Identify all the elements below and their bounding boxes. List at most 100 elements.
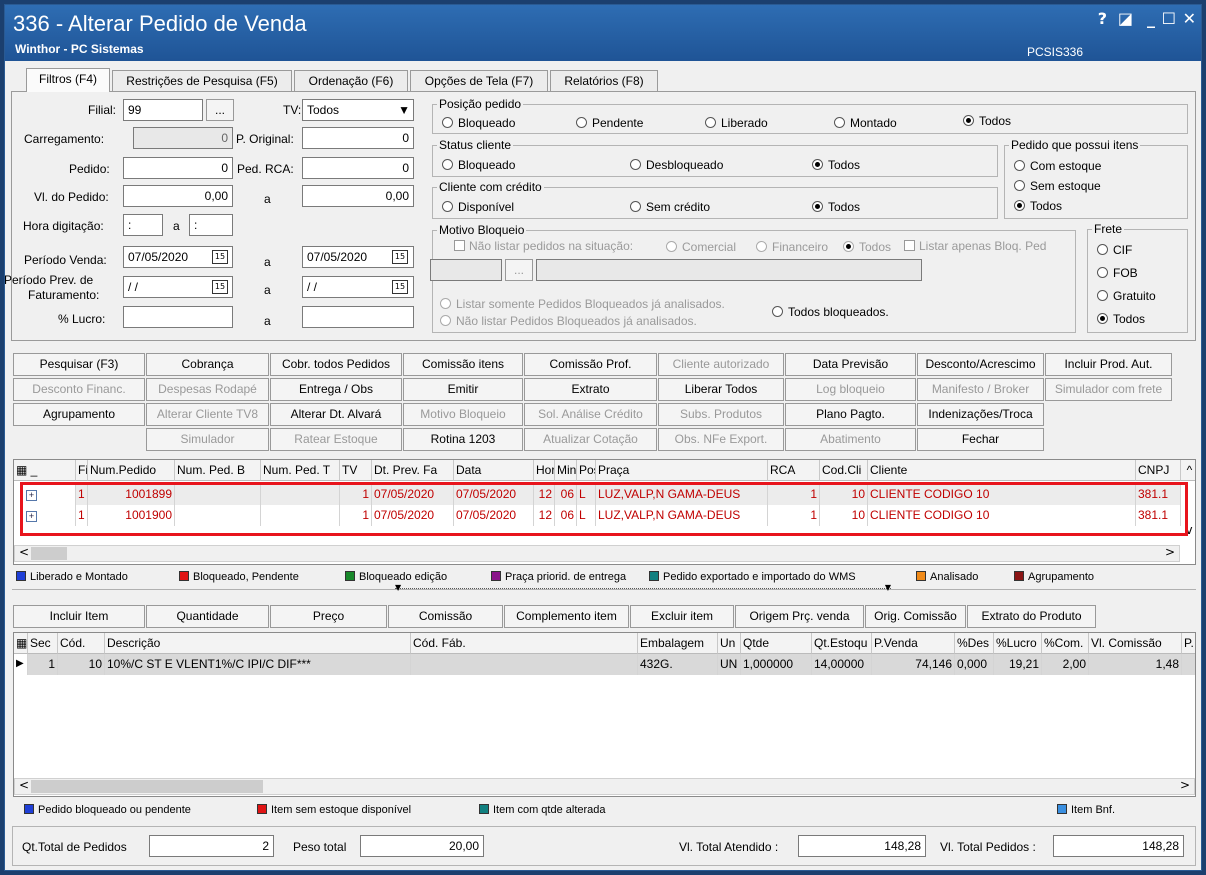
desconto-financ-button[interactable]: Desconto Financ. xyxy=(13,378,145,401)
col-cnpj[interactable]: CNPJ xyxy=(1136,460,1181,481)
atualizar-cotacao-button[interactable]: Atualizar Cotação xyxy=(524,428,657,451)
pesquisar-button[interactable]: Pesquisar (F3) xyxy=(13,353,145,376)
col-tv[interactable]: TV xyxy=(340,460,372,481)
col-filial[interactable]: Filia xyxy=(76,460,88,481)
tv-select[interactable]: Todos ▼ xyxy=(302,99,414,121)
calendar-icon[interactable]: 15 xyxy=(392,280,408,294)
extrato-produto-button[interactable]: Extrato do Produto xyxy=(967,605,1096,628)
rotina-1203-button[interactable]: Rotina 1203 xyxy=(403,428,523,451)
obs-nfe-button[interactable]: Obs. NFe Export. xyxy=(658,428,784,451)
col-qt-estoque[interactable]: Qt.Estoqu xyxy=(812,633,872,654)
status-bloqueado-radio[interactable]: Bloqueado xyxy=(442,158,515,172)
hora-to-input[interactable]: : xyxy=(189,214,233,236)
posicao-pendente-radio[interactable]: Pendente xyxy=(576,116,643,130)
item-cell[interactable]: 10 xyxy=(58,654,105,675)
motivo-financeiro-radio[interactable]: Financeiro xyxy=(756,240,828,254)
col-vl-comissao[interactable]: Vl. Comissão xyxy=(1089,633,1182,654)
simulador-button[interactable]: Simulador xyxy=(146,428,269,451)
todos-bloqueados-radio[interactable]: Todos bloqueados. xyxy=(772,305,889,319)
splitter-grip[interactable]: ▼ ▼ xyxy=(395,583,891,594)
scroll-right-icon[interactable]: > xyxy=(1165,545,1175,559)
emitir-button[interactable]: Emitir xyxy=(403,378,523,401)
itens-com-estoque-radio[interactable]: Com estoque xyxy=(1014,159,1101,173)
frete-gratuito-radio[interactable]: Gratuito xyxy=(1097,289,1156,303)
listar-apenas-checkbox[interactable]: Listar apenas Bloq. Ped xyxy=(904,239,1046,253)
credito-disponivel-radio[interactable]: Disponível xyxy=(442,200,514,214)
motivo-bloqueio-button[interactable]: Motivo Bloqueio xyxy=(403,403,523,426)
posicao-montado-radio[interactable]: Montado xyxy=(834,116,897,130)
col-sec[interactable]: Sec xyxy=(28,633,58,654)
motivo-search-button[interactable]: ... xyxy=(505,259,533,281)
posicao-todos-radio[interactable]: Todos xyxy=(963,114,1011,128)
tab-restricoes[interactable]: Restrições de Pesquisa (F5) xyxy=(112,70,292,91)
credito-sem-radio[interactable]: Sem crédito xyxy=(630,200,710,214)
col-qtde[interactable]: Qtde xyxy=(741,633,812,654)
item-cell[interactable]: 432G. xyxy=(638,654,718,675)
item-cell[interactable]: 10%/C ST E VLENT1%/C IPI/C DIF*** xyxy=(105,654,411,675)
item-cell[interactable] xyxy=(1182,654,1195,675)
col-lucro[interactable]: %Lucro xyxy=(994,633,1042,654)
grid-menu-icon[interactable]: ▦ _ xyxy=(14,460,76,481)
cobr-todos-button[interactable]: Cobr. todos Pedidos xyxy=(270,353,402,376)
simulador-frete-button[interactable]: Simulador com frete xyxy=(1045,378,1172,401)
abatimento-button[interactable]: Abatimento xyxy=(785,428,916,451)
log-bloqueio-button[interactable]: Log bloqueio xyxy=(785,378,916,401)
agrupamento-button[interactable]: Agrupamento xyxy=(13,403,145,426)
item-cell[interactable]: 14,00000 xyxy=(812,654,872,675)
item-cell[interactable]: 2,00 xyxy=(1042,654,1089,675)
col-praca[interactable]: Praça xyxy=(596,460,768,481)
incluir-prod-aut-button[interactable]: Incluir Prod. Aut. xyxy=(1045,353,1172,376)
help-icon[interactable]: ? xyxy=(1098,9,1107,28)
plano-pagto-button[interactable]: Plano Pagto. xyxy=(785,403,916,426)
col-num-ped-b[interactable]: Num. Ped. B xyxy=(175,460,261,481)
scroll-thumb[interactable] xyxy=(31,780,263,793)
frete-cif-radio[interactable]: CIF xyxy=(1097,243,1132,257)
ped-rca-input[interactable]: 0 xyxy=(302,157,414,179)
extrato-button[interactable]: Extrato xyxy=(524,378,657,401)
credito-todos-radio[interactable]: Todos xyxy=(812,200,860,214)
carregamento-input[interactable]: 0 xyxy=(133,127,233,149)
scroll-thumb[interactable] xyxy=(31,547,67,560)
col-cod-fab[interactable]: Cód. Fáb. xyxy=(411,633,638,654)
frete-todos-radio[interactable]: Todos xyxy=(1097,312,1145,326)
nao-listar-analisados-radio[interactable]: Não listar Pedidos Bloqueados já analisa… xyxy=(440,314,697,328)
col-min[interactable]: Min xyxy=(555,460,577,481)
posicao-liberado-radio[interactable]: Liberado xyxy=(705,116,768,130)
subs-produtos-button[interactable]: Subs. Produtos xyxy=(658,403,784,426)
col-cliente[interactable]: Cliente xyxy=(868,460,1136,481)
despesas-rodape-button[interactable]: Despesas Rodapé xyxy=(146,378,269,401)
filial-search-button[interactable]: ... xyxy=(206,99,234,121)
posicao-bloqueado-radio[interactable]: Bloqueado xyxy=(442,116,515,130)
col-un[interactable]: Un xyxy=(718,633,741,654)
item-cell[interactable]: 19,21 xyxy=(994,654,1042,675)
p-original-input[interactable]: 0 xyxy=(302,127,414,149)
col-desc[interactable]: %Des xyxy=(955,633,994,654)
col-embalagem[interactable]: Embalagem xyxy=(638,633,718,654)
maximize-icon[interactable]: ☐ xyxy=(1162,9,1176,28)
desconto-acrescimo-button[interactable]: Desconto/Acrescimo xyxy=(917,353,1044,376)
tab-relatorios[interactable]: Relatórios (F8) xyxy=(550,70,658,91)
scroll-left-icon[interactable]: < xyxy=(19,778,29,792)
frete-fob-radio[interactable]: FOB xyxy=(1097,266,1138,280)
col-descricao[interactable]: Descrição xyxy=(105,633,411,654)
origem-prc-venda-button[interactable]: Origem Prç. venda xyxy=(735,605,864,628)
comissao-button[interactable]: Comissão xyxy=(388,605,503,628)
scroll-right-icon[interactable]: > xyxy=(1180,778,1190,792)
col-dt-prev[interactable]: Dt. Prev. Fa xyxy=(372,460,454,481)
col-num-ped-t[interactable]: Num. Ped. T xyxy=(261,460,340,481)
item-cell[interactable]: 1 xyxy=(28,654,58,675)
minimize-icon[interactable]: _ xyxy=(1147,9,1155,28)
motivo-comercial-radio[interactable]: Comercial xyxy=(666,240,736,254)
motivo-desc-input[interactable] xyxy=(536,259,922,281)
ratear-estoque-button[interactable]: Ratear Estoque xyxy=(270,428,402,451)
scroll-up-icon[interactable]: ^ xyxy=(1181,460,1195,481)
item-cell[interactable]: 1,48 xyxy=(1089,654,1182,675)
item-cell[interactable] xyxy=(411,654,638,675)
listar-analisados-radio[interactable]: Listar somente Pedidos Bloqueados já ana… xyxy=(440,297,725,311)
incluir-item-button[interactable]: Incluir Item xyxy=(13,605,145,628)
motivo-code-input[interactable] xyxy=(430,259,502,281)
col-rca[interactable]: RCA xyxy=(768,460,820,481)
indenizacoes-button[interactable]: Indenizações/Troca xyxy=(917,403,1044,426)
item-cell[interactable]: 74,146 xyxy=(872,654,955,675)
cobranca-button[interactable]: Cobrança xyxy=(146,353,269,376)
